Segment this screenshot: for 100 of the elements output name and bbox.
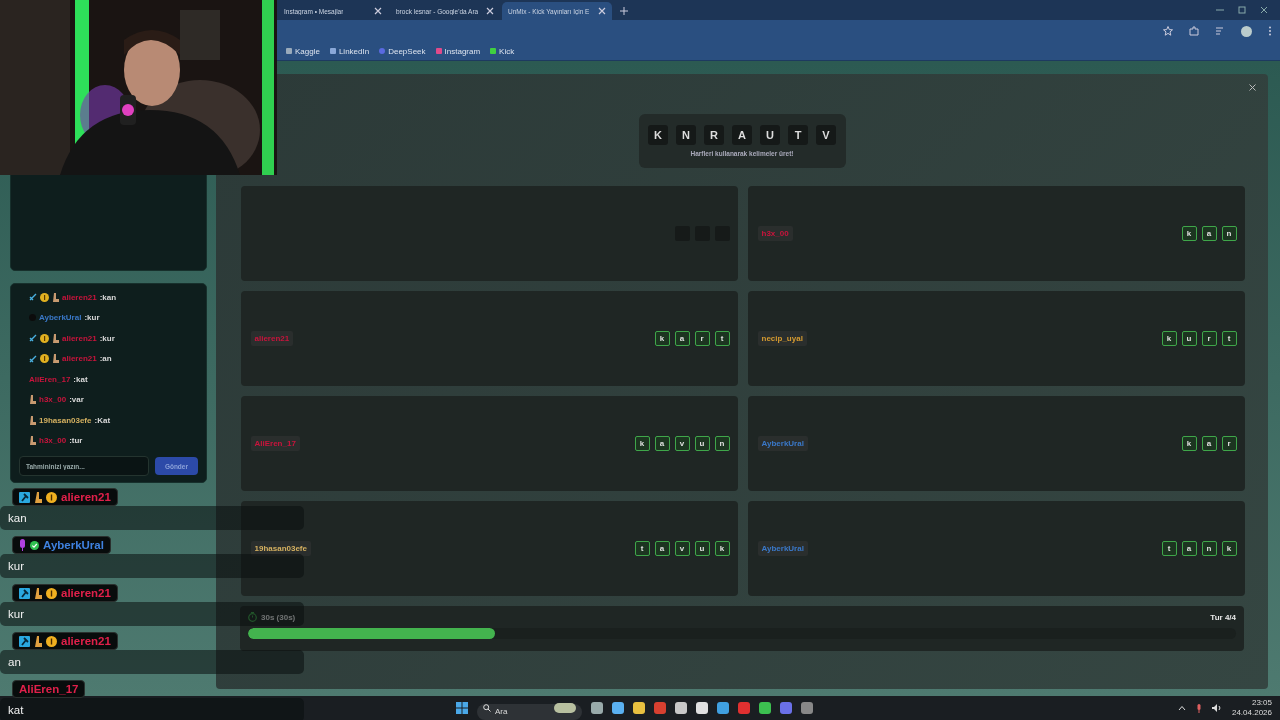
letter-tile: a bbox=[1181, 541, 1197, 556]
letter-tile: k bbox=[634, 436, 650, 451]
start-icon[interactable] bbox=[456, 702, 468, 714]
taskbar-app-icon[interactable] bbox=[801, 702, 813, 714]
boot-icon bbox=[52, 333, 59, 343]
chevron-icon[interactable] bbox=[1177, 705, 1186, 711]
close-icon[interactable] bbox=[486, 7, 494, 15]
close-icon[interactable] bbox=[598, 7, 606, 15]
taskbar-app-icon[interactable] bbox=[717, 702, 729, 714]
letter-tile: n bbox=[1221, 226, 1237, 241]
extensions-icon[interactable] bbox=[1189, 26, 1199, 36]
boot-icon bbox=[34, 491, 42, 503]
username: 19hasan03efe bbox=[39, 415, 92, 425]
taskbar-app-icon[interactable] bbox=[696, 702, 708, 714]
chat-message: kur bbox=[0, 554, 304, 578]
microphone-icon[interactable] bbox=[1195, 703, 1202, 713]
letter-tile: n bbox=[1201, 541, 1217, 556]
taskbar-app-icon[interactable] bbox=[633, 702, 645, 714]
timer-text: 30s (30s) bbox=[261, 612, 296, 622]
taskbar-app-icon[interactable] bbox=[675, 702, 687, 714]
microphone-icon bbox=[19, 539, 26, 551]
guess-text: :kan bbox=[99, 292, 117, 302]
playlist-icon[interactable] bbox=[1215, 26, 1225, 36]
player-tag: AliEren_17 bbox=[250, 436, 300, 451]
bookmark[interactable]: DeepSeek bbox=[379, 46, 426, 56]
chat-message: an bbox=[0, 650, 304, 674]
chat-message: kan bbox=[0, 506, 304, 530]
letter-tile: V bbox=[816, 125, 836, 145]
boot-icon bbox=[29, 436, 36, 445]
boot-icon bbox=[29, 395, 36, 404]
taskbar-app-icon[interactable] bbox=[612, 702, 624, 714]
letter-tile: t bbox=[714, 331, 730, 346]
username: h3x_00 bbox=[39, 395, 67, 404]
letter-tile: k bbox=[714, 541, 730, 556]
check-icon bbox=[30, 540, 39, 550]
menu-icon[interactable] bbox=[1268, 26, 1272, 36]
boot-icon bbox=[52, 292, 59, 302]
maximize-icon[interactable] bbox=[1238, 6, 1246, 14]
letter-tile: u bbox=[694, 541, 710, 556]
username: alieren21 bbox=[62, 333, 97, 343]
player-tag: AyberkUral bbox=[757, 436, 808, 451]
letter-tile: K bbox=[648, 125, 668, 145]
bookmark[interactable]: Kick bbox=[490, 46, 515, 56]
letter-tile: a bbox=[654, 436, 670, 451]
chat-username: alieren21 bbox=[61, 635, 111, 647]
letter-tile: u bbox=[694, 436, 710, 451]
coin-icon bbox=[40, 354, 49, 363]
round-text: Tur 4/4 bbox=[1210, 612, 1236, 622]
search-icon bbox=[483, 704, 491, 712]
taskbar-app-icon[interactable] bbox=[759, 702, 771, 714]
sword-icon bbox=[29, 293, 37, 301]
bookmark[interactable]: Kaggle bbox=[286, 46, 320, 56]
letter-tile: k bbox=[1221, 541, 1237, 556]
guess-text: :var bbox=[69, 395, 84, 404]
star-icon[interactable] bbox=[1163, 26, 1173, 36]
sword-icon bbox=[29, 354, 37, 363]
letter-tile: n bbox=[714, 436, 730, 451]
player-tag: 19hasan03efe bbox=[250, 541, 311, 556]
bookmark[interactable]: Instagram bbox=[435, 46, 481, 56]
close-icon[interactable] bbox=[1260, 6, 1268, 14]
username: alieren21 bbox=[62, 354, 97, 363]
letter-tile: r bbox=[1221, 436, 1237, 451]
new-tab-icon[interactable] bbox=[620, 7, 628, 15]
guess-text: :tur bbox=[69, 436, 83, 445]
letter-tile: a bbox=[654, 541, 670, 556]
taskbar-app-icon[interactable] bbox=[591, 702, 603, 714]
guess-text: :kur bbox=[99, 333, 115, 343]
close-icon[interactable] bbox=[374, 7, 382, 15]
guess-text: :kat bbox=[73, 374, 88, 384]
boot-icon bbox=[34, 587, 42, 599]
coin-icon bbox=[46, 635, 57, 647]
letter-tile: t bbox=[1161, 541, 1177, 556]
letter-tile: k bbox=[1181, 436, 1197, 451]
chat-username: AyberkUral bbox=[43, 539, 104, 551]
letter-tile: a bbox=[674, 331, 690, 346]
avatar-icon[interactable] bbox=[1241, 25, 1252, 37]
username: alieren21 bbox=[62, 292, 97, 302]
letter-tile: k bbox=[654, 331, 670, 346]
letter-tile: k bbox=[1181, 226, 1197, 241]
letter-tile: N bbox=[676, 125, 696, 145]
speaker-icon[interactable] bbox=[1211, 704, 1222, 712]
close-icon[interactable] bbox=[1249, 84, 1256, 91]
bookmark[interactable]: LinkedIn bbox=[329, 46, 370, 56]
coin-icon bbox=[40, 292, 49, 302]
letter-tile: a bbox=[1201, 226, 1217, 241]
letter-tile: t bbox=[634, 541, 650, 556]
chat-username: AliEren_17 bbox=[19, 683, 79, 695]
letter-tile: r bbox=[694, 331, 710, 346]
letter-tile: A bbox=[732, 125, 752, 145]
chat-username: alieren21 bbox=[61, 587, 111, 599]
coin-icon bbox=[40, 333, 49, 343]
letter-tile: t bbox=[1221, 331, 1237, 346]
letter-tile: r bbox=[1201, 331, 1217, 346]
username: AliEren_17 bbox=[29, 374, 71, 384]
letter-tile: u bbox=[1181, 331, 1197, 346]
letter-tile: k bbox=[1161, 331, 1177, 346]
sword-icon bbox=[29, 334, 37, 342]
letter-tile: T bbox=[788, 125, 808, 145]
clock[interactable]: 23:05 24.04.2026 bbox=[1231, 698, 1272, 718]
player-tag: h3x_00 bbox=[757, 226, 793, 241]
